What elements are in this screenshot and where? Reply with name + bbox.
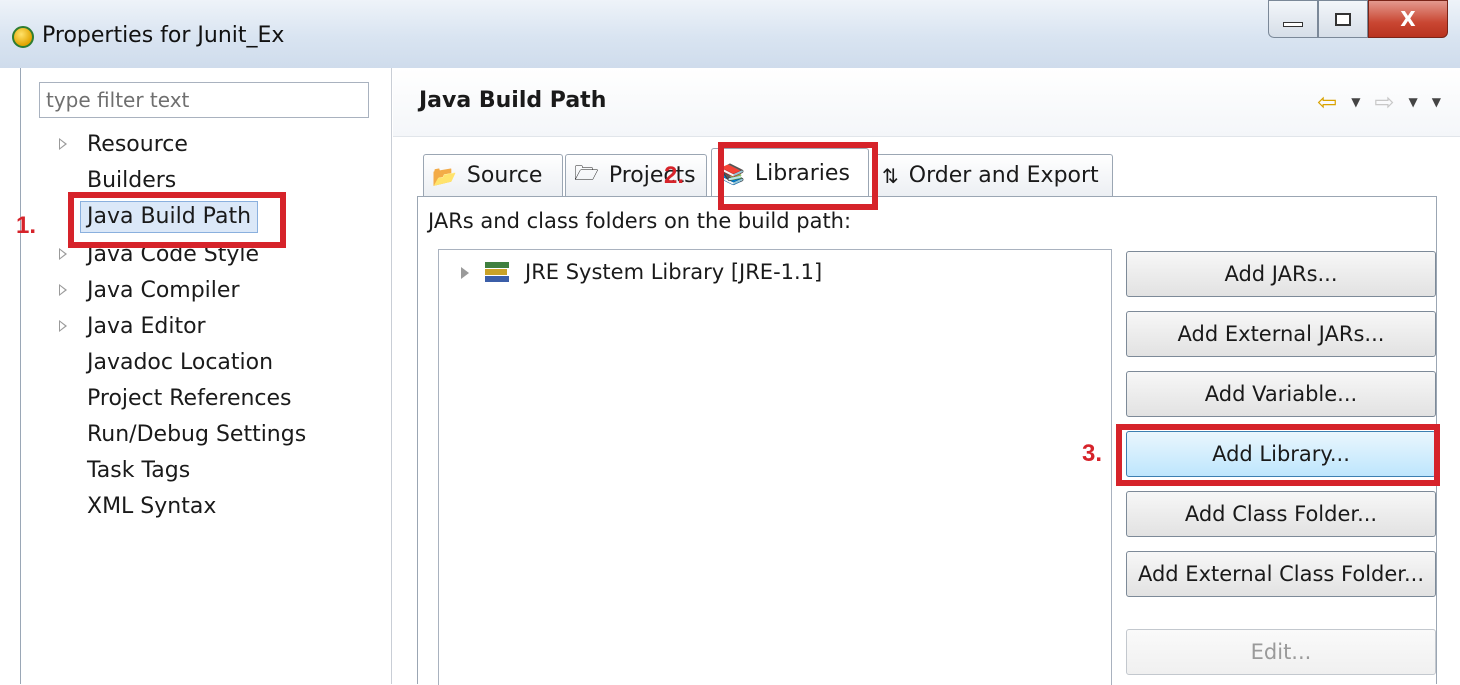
minimize-button[interactable] [1268,0,1318,38]
source-folder-icon: 📂 [432,163,457,188]
sidebar-item-label: Project References [87,386,292,411]
forward-history-dropdown-icon[interactable]: ▼ [1409,95,1418,109]
back-arrow-icon[interactable]: ⇦ [1317,90,1337,114]
maximize-icon [1335,12,1351,26]
library-list[interactable]: JRE System Library [JRE-1.1] [438,249,1112,685]
step-3-highlight [1116,424,1440,486]
tab-label: Order and Export [908,163,1099,188]
step-2-label: 2. [664,162,685,189]
step-3-label: 3. [1082,440,1103,467]
sidebar-item-label: Java Editor [87,314,206,339]
projects-folder-icon: 🗁 [574,160,599,185]
sidebar-item-label: Java Compiler [87,278,240,303]
expand-icon[interactable] [59,320,67,332]
sidebar-item-label: Javadoc Location [87,350,274,375]
minimize-icon [1283,21,1303,27]
tab-projects[interactable]: 🗁 Projects [565,154,707,196]
sidebar-item-label: XML Syntax [87,494,217,519]
expand-icon[interactable] [59,248,67,260]
view-menu-icon[interactable]: ▼ [1432,95,1441,109]
sidebar-item-label: Task Tags [87,458,191,483]
add-external-class-folder-button[interactable]: Add External Class Folder... [1126,551,1436,597]
step-2-highlight [718,142,878,210]
add-class-folder-button[interactable]: Add Class Folder... [1126,491,1436,537]
title-bar: Properties for Junit_Ex X [0,0,1460,68]
sidebar-item-label: Run/Debug Settings [87,422,307,447]
panel-caption: JARs and class folders on the build path… [428,209,852,233]
add-jars-button[interactable]: Add JARs... [1126,251,1436,297]
tab-label: Source [466,163,543,188]
library-label: JRE System Library [JRE-1.1] [525,260,823,284]
add-variable-button[interactable]: Add Variable... [1126,371,1436,417]
step-1-label: 1. [16,212,37,239]
close-icon: X [1400,7,1416,31]
sidebar-item-label: Resource [87,132,188,157]
sidebar: Resource Builders Java Build Path Java C… [21,68,392,684]
eclipse-icon [12,26,34,48]
step-1-highlight [68,192,286,248]
tab-order-and-export[interactable]: ⇅ Order and Export [873,154,1113,196]
page-title: Java Build Path [419,88,607,113]
order-export-icon: ⇅ [882,163,899,188]
close-button[interactable]: X [1368,0,1448,38]
main-panel: Java Build Path ⇦ ▼ ⇨ ▼ ▼ 📂 Source 🗁 Pro… [393,68,1460,685]
expand-icon[interactable] [59,284,67,296]
maximize-button[interactable] [1318,0,1368,38]
add-external-jars-button[interactable]: Add External JARs... [1126,311,1436,357]
window-controls: X [1268,0,1448,40]
tab-source[interactable]: 📂 Source [423,154,563,196]
back-history-dropdown-icon[interactable]: ▼ [1351,95,1360,109]
history-navigation: ⇦ ▼ ⇨ ▼ ▼ [1317,90,1441,114]
forward-arrow-icon[interactable]: ⇨ [1374,90,1394,114]
expand-icon[interactable] [59,138,67,150]
filter-input[interactable] [39,82,369,118]
page-header: Java Build Path ⇦ ▼ ⇨ ▼ ▼ [393,68,1460,137]
library-icon [485,262,511,282]
edit-button: Edit... [1126,629,1436,675]
expand-icon[interactable] [461,267,469,279]
window-title: Properties for Junit_Ex [42,23,285,48]
